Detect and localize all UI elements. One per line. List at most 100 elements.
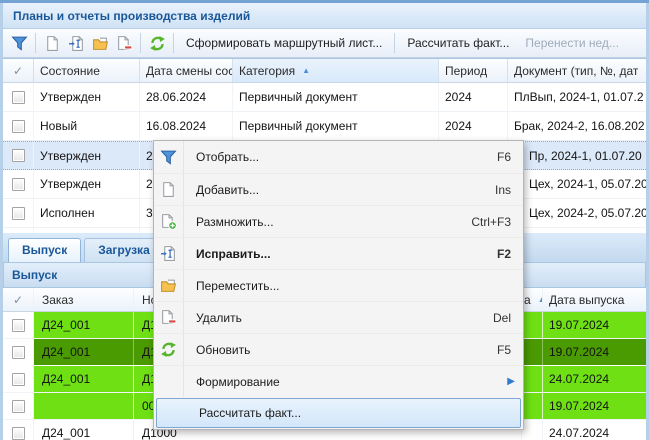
cell-document: Цех, 2024-1, 05.07.20 (508, 170, 646, 198)
sort-ascending-icon: ▲ (302, 66, 310, 75)
shortcut-label: Del (493, 311, 511, 325)
table-row[interactable]: Новый 16.08.2024 Первичный документ 2024… (3, 112, 646, 141)
delete-document-icon (154, 302, 184, 333)
app-window: Планы и отчеты производства изделий Сфор… (0, 0, 649, 440)
shortcut-label: F5 (497, 343, 511, 357)
tab-vypusk[interactable]: Выпуск (8, 238, 81, 262)
column-header-order[interactable]: Заказ (34, 288, 134, 311)
menu-item-delete[interactable]: Удалить Del (154, 301, 523, 333)
row-checkbox-cell (3, 112, 34, 140)
checkbox[interactable] (12, 319, 25, 332)
move-folder-icon (154, 270, 184, 301)
column-header-period[interactable]: Период (439, 59, 508, 82)
row-checkbox-cell (3, 366, 34, 392)
row-checkbox-cell (3, 83, 34, 111)
table-row[interactable]: Утвержден 28.06.2024 Первичный документ … (3, 83, 646, 112)
row-checkbox-cell (3, 142, 34, 169)
add-document-icon (44, 35, 61, 52)
delete-button[interactable] (112, 31, 136, 55)
cell-release-date: 24.07.2024 (543, 420, 646, 440)
checkbox[interactable] (12, 373, 25, 386)
select-all-header[interactable]: ✓ (3, 59, 34, 82)
shortcut-label: Ins (495, 183, 511, 197)
select-all-header[interactable]: ✓ (3, 288, 34, 311)
checkbox[interactable] (12, 346, 25, 359)
menu-item-duplicate[interactable]: Размножить... Ctrl+F3 (154, 205, 523, 237)
checkbox[interactable] (12, 400, 25, 413)
row-checkbox-cell (3, 170, 34, 198)
column-header-sorted[interactable]: а▲ (522, 288, 543, 311)
shortcut-label: F6 (497, 150, 511, 164)
cell-release-date: 19.07.2024 (543, 339, 646, 365)
column-header-state[interactable]: Состояние (34, 59, 140, 82)
column-header-category[interactable]: Категория▲ (233, 59, 439, 82)
menu-item-refresh[interactable]: Обновить F5 (154, 333, 523, 365)
column-header-change-date[interactable]: Дата смены сост (140, 59, 233, 82)
panel-title: Выпуск (12, 268, 57, 282)
cell-category: Первичный документ (233, 83, 439, 111)
chevron-right-icon: ▶ (507, 376, 515, 387)
cell-release-date: 19.07.2024 (543, 393, 646, 419)
shortcut-label: F2 (497, 247, 511, 261)
cell-change-date: 16.08.2024 (140, 112, 233, 140)
row-checkbox-cell (3, 393, 34, 419)
menu-item-calc-fact[interactable]: Рассчитать факт... (156, 398, 521, 428)
checkbox[interactable] (12, 120, 25, 133)
checkbox[interactable] (12, 427, 25, 440)
cell-document: Цех, 2024-2, 05.07.20 (508, 199, 646, 227)
shortcut-label: Ctrl+F3 (471, 215, 511, 229)
delete-document-icon (116, 35, 133, 52)
cell-state: Утвержден (34, 83, 140, 111)
toolbar-separator (35, 33, 36, 53)
cell-document: ПлВып, 2024-1, 01.07.2 (508, 83, 646, 111)
refresh-button[interactable] (145, 31, 169, 55)
add-document-icon (154, 174, 184, 205)
edit-button[interactable] (64, 31, 88, 55)
menu-item-formation[interactable]: Формирование ▶ (154, 365, 523, 397)
move-button[interactable] (88, 31, 112, 55)
row-checkbox-cell (3, 312, 34, 338)
refresh-icon (149, 35, 166, 52)
cell-state: Утвержден (34, 170, 140, 198)
cell-sorted (522, 393, 543, 419)
cell-sorted (522, 366, 543, 392)
refresh-icon (154, 334, 184, 365)
cell-period: 2024 (439, 112, 508, 140)
edit-document-icon (154, 238, 184, 269)
checkbox[interactable] (12, 149, 25, 162)
cell-period: 2024 (439, 83, 508, 111)
cell-order: Д24_001 (34, 420, 134, 440)
cell-order: Д24_001 (34, 312, 134, 338)
menu-item-add[interactable]: Добавить... Ins (154, 173, 523, 205)
cell-document: Пр, 2024-1, 01.07.20 (508, 142, 646, 169)
add-button[interactable] (40, 31, 64, 55)
cell-release-date: 24.07.2024 (543, 366, 646, 392)
toolbar: Сформировать маршрутный лист... Рассчита… (3, 29, 646, 58)
cell-change-date: 28.06.2024 (140, 83, 233, 111)
checkbox[interactable] (12, 178, 25, 191)
menu-item-move[interactable]: Переместить... (154, 269, 523, 301)
calc-fact-button[interactable]: Рассчитать факт... (399, 33, 517, 53)
cell-order: Д24_001 (34, 366, 134, 392)
cell-order: Д24_001 (34, 339, 134, 365)
toolbar-separator (394, 33, 395, 53)
filter-icon (11, 35, 28, 52)
tab-zagruzka[interactable]: Загрузка (84, 238, 164, 262)
checkbox[interactable] (12, 91, 25, 104)
plans-table-header: ✓ Состояние Дата смены сост Категория▲ П… (3, 59, 646, 83)
empty-icon-cell (157, 399, 187, 427)
menu-item-filter[interactable]: Отобрать... F6 (154, 141, 523, 173)
empty-icon-cell (154, 366, 184, 397)
context-menu: Отобрать... F6 Добавить... Ins Размножит… (153, 140, 524, 430)
column-header-release-date[interactable]: Дата выпуска (543, 288, 646, 311)
cell-category: Первичный документ (233, 112, 439, 140)
make-route-list-button[interactable]: Сформировать маршрутный лист... (178, 33, 390, 53)
filter-button[interactable] (7, 31, 31, 55)
column-header-document[interactable]: Документ (тип, №, дат (508, 59, 646, 82)
cell-sorted (522, 339, 543, 365)
page-title: Планы и отчеты производства изделий (13, 9, 250, 23)
checkbox[interactable] (12, 207, 25, 220)
menu-item-edit[interactable]: Исправить... F2 (154, 237, 523, 269)
cell-state: Исполнен (34, 199, 140, 227)
toolbar-separator (140, 33, 141, 53)
